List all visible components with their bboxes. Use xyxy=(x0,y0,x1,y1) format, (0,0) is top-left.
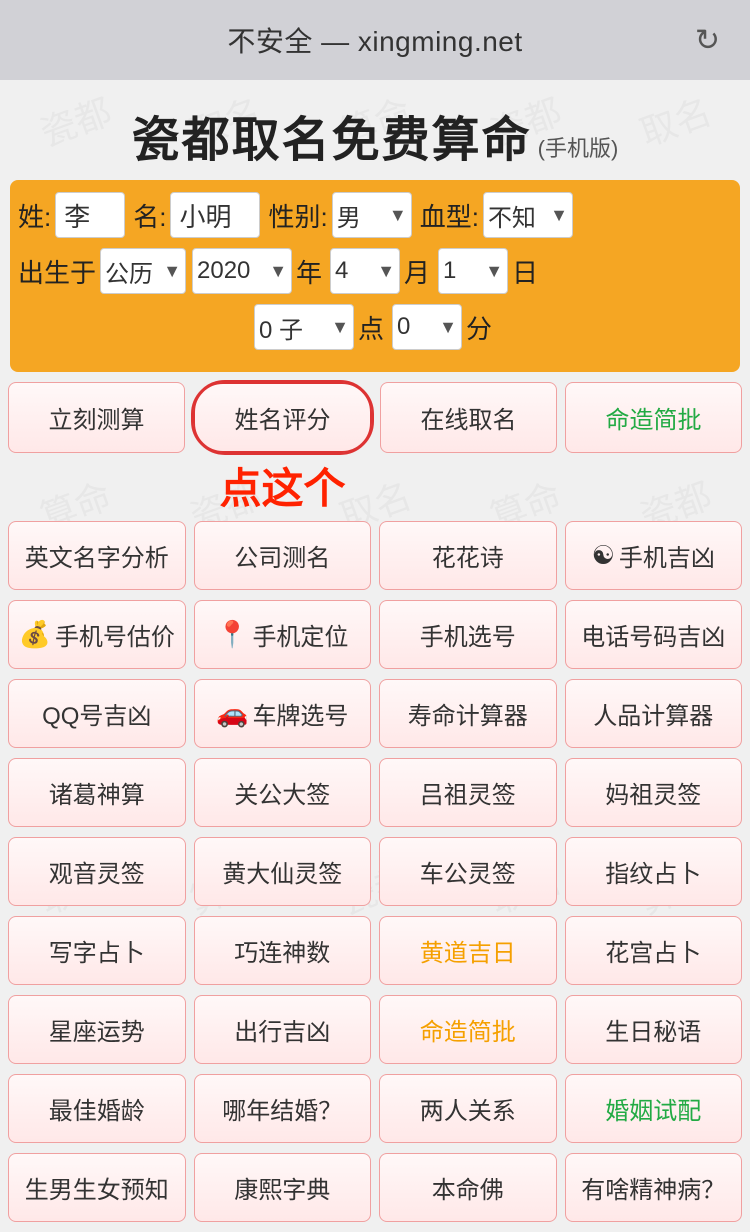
btn-chepaixuanhao[interactable]: 🚗车牌选号 xyxy=(194,679,372,748)
name-label: 名: xyxy=(133,197,166,234)
year-value: 2020 xyxy=(197,257,250,285)
buttons-row-4: 诸葛神算 关公大签 吕祖灵签 妈祖灵签 xyxy=(8,758,742,827)
btn-liangren[interactable]: 两人关系 xyxy=(379,1074,557,1143)
day-value: 1 xyxy=(443,257,456,285)
page-content: 瓷都取名算命瓷都取名 算命瓷都取名算命瓷都 取名算命瓷都取名算命 瓷都取名免费算… xyxy=(0,80,750,1232)
btn-chegong[interactable]: 车公灵签 xyxy=(379,837,557,906)
gender-arrow: ▼ xyxy=(389,205,407,226)
btn-chuxing[interactable]: 出行吉凶 xyxy=(194,995,372,1064)
page-title-sub: (手机版) xyxy=(538,136,619,161)
btn-lvzu[interactable]: 吕祖灵签 xyxy=(379,758,557,827)
btn-mingzaojianpi-0[interactable]: 命造简批 xyxy=(565,382,742,453)
buttons-area: 立刻测算 姓名评分 点这个 在线取名 命造简批 英文名字分析 公司测名 花花诗 … xyxy=(0,382,750,1222)
btn-zhugeshen[interactable]: 诸葛神算 xyxy=(8,758,186,827)
month-label: 月 xyxy=(404,253,430,290)
btn-zuijia[interactable]: 最佳婚龄 xyxy=(8,1074,186,1143)
name-input[interactable] xyxy=(170,192,260,238)
btn-renpin[interactable]: 人品计算器 xyxy=(565,679,743,748)
page-title-main: 瓷都取名免费算命 xyxy=(132,114,532,167)
btn-mingzaojianpi-2[interactable]: 命造简批 xyxy=(379,995,557,1064)
buttons-row-0: 立刻测算 姓名评分 点这个 在线取名 命造简批 xyxy=(8,382,742,453)
buttons-row-1: 英文名字分析 公司测名 花花诗 ☯手机吉凶 xyxy=(8,521,742,590)
buttons-row-9: 生男生女预知 康熙字典 本命佛 有啥精神病？ xyxy=(8,1153,742,1222)
btn-benming[interactable]: 本命佛 xyxy=(379,1153,557,1222)
buttons-row-8: 最佳婚龄 哪年结婚？ 两人关系 婚姻试配 xyxy=(8,1074,742,1143)
blood-value: 不知 xyxy=(488,198,536,233)
month-select[interactable]: 4 ▼ xyxy=(330,248,400,294)
blood-select[interactable]: 不知 ▼ xyxy=(483,192,573,238)
btn-hunyin[interactable]: 婚姻试配 xyxy=(565,1074,743,1143)
blood-label: 血型: xyxy=(420,197,479,234)
minute-value: 0 xyxy=(397,313,410,341)
day-select[interactable]: 1 ▼ xyxy=(438,248,508,294)
buttons-row-3: QQ号吉凶 🚗车牌选号 寿命计算器 人品计算器 xyxy=(8,679,742,748)
form-row-3: 0 子 ▼ 点 0 ▼ 分 xyxy=(18,304,732,350)
form-row-1: 姓: 名: 性别: 男 ▼ 血型: 不知 ▼ xyxy=(18,192,732,238)
btn-shoujixuanhao[interactable]: 手机选号 xyxy=(379,600,557,669)
btn-shengnvyuzhi[interactable]: 生男生女预知 xyxy=(8,1153,186,1222)
browser-bar: 不安全 — xingming.net ↻ xyxy=(0,0,750,80)
pin-icon: 📍 xyxy=(216,619,248,650)
btn-jingshen[interactable]: 有啥精神病？ xyxy=(565,1153,743,1222)
year-select[interactable]: 2020 ▼ xyxy=(192,248,292,294)
btn-shoujidingwei[interactable]: 📍手机定位 xyxy=(194,600,372,669)
btn-zaixianquming[interactable]: 在线取名 xyxy=(380,382,557,453)
browser-url: 不安全 — xingming.net xyxy=(227,20,522,60)
btn-gongsicename[interactable]: 公司测名 xyxy=(194,521,372,590)
btn-xingzuo[interactable]: 星座运势 xyxy=(8,995,186,1064)
hour-select[interactable]: 0 子 ▼ xyxy=(254,304,354,350)
money-icon: 💰 xyxy=(19,619,51,650)
surname-label: 姓: xyxy=(18,197,51,234)
calendar-select[interactable]: 公历 ▼ xyxy=(100,248,186,294)
month-value: 4 xyxy=(335,257,348,285)
btn-huangdaoji[interactable]: 黄道吉日 xyxy=(379,916,557,985)
page-title-area: 瓷都取名免费算命(手机版) xyxy=(0,80,750,180)
form-area: 姓: 名: 性别: 男 ▼ 血型: 不知 ▼ 出生于 公历 ▼ xyxy=(10,180,740,372)
gender-label: 性别: xyxy=(268,197,327,234)
annotation-spacer xyxy=(8,463,742,521)
buttons-row-7: 星座运势 出行吉凶 命造简批 生日秘语 xyxy=(8,995,742,1064)
btn-xingmingpingfen[interactable]: 姓名评分 点这个 xyxy=(193,382,372,453)
btn-lijicesuan[interactable]: 立刻测算 xyxy=(8,382,185,453)
form-row-2: 出生于 公历 ▼ 2020 ▼ 年 4 ▼ 月 1 ▼ 日 xyxy=(18,248,732,294)
buttons-row-2: 💰手机号估价 📍手机定位 手机选号 电话号码吉凶 xyxy=(8,600,742,669)
btn-huagong[interactable]: 花宫占卜 xyxy=(565,916,743,985)
gender-select[interactable]: 男 ▼ xyxy=(332,192,412,238)
year-label: 年 xyxy=(296,253,322,290)
buttons-row-5: 观音灵签 黄大仙灵签 车公灵签 指纹占卜 xyxy=(8,837,742,906)
car-icon: 🚗 xyxy=(216,698,248,729)
btn-shoujijixiong[interactable]: ☯手机吉凶 xyxy=(565,521,743,590)
btn-yingwenming[interactable]: 英文名字分析 xyxy=(8,521,186,590)
birth-label: 出生于 xyxy=(18,253,96,290)
hour-label: 点 xyxy=(358,309,384,346)
btn-shoumingji[interactable]: 寿命计算器 xyxy=(379,679,557,748)
btn-qiaolian[interactable]: 巧连神数 xyxy=(194,916,372,985)
btn-mazu[interactable]: 妈祖灵签 xyxy=(565,758,743,827)
buttons-row-6: 写字占卜 巧连神数 黄道吉日 花宫占卜 xyxy=(8,916,742,985)
surname-input[interactable] xyxy=(55,192,125,238)
btn-huangdaxian[interactable]: 黄大仙灵签 xyxy=(194,837,372,906)
minute-select[interactable]: 0 ▼ xyxy=(392,304,462,350)
day-label: 日 xyxy=(512,253,538,290)
btn-guanyin[interactable]: 观音灵签 xyxy=(8,837,186,906)
btn-huahuashi[interactable]: 花花诗 xyxy=(379,521,557,590)
yinyang-icon: ☯ xyxy=(592,540,615,571)
btn-qqjixiong[interactable]: QQ号吉凶 xyxy=(8,679,186,748)
btn-nabianjie[interactable]: 哪年结婚？ xyxy=(194,1074,372,1143)
reload-button[interactable]: ↻ xyxy=(695,23,720,58)
btn-shengrimiyv[interactable]: 生日秘语 xyxy=(565,995,743,1064)
calendar-value: 公历 xyxy=(105,254,153,289)
blood-arrow: ▼ xyxy=(550,205,568,226)
hour-value: 0 子 xyxy=(259,310,303,345)
btn-guangong[interactable]: 关公大签 xyxy=(194,758,372,827)
btn-kangxi[interactable]: 康熙字典 xyxy=(194,1153,372,1222)
minute-label: 分 xyxy=(466,309,492,346)
btn-dianhuajixiong[interactable]: 电话号码吉凶 xyxy=(565,600,743,669)
btn-xiezizhanbu[interactable]: 写字占卜 xyxy=(8,916,186,985)
btn-zhiwen[interactable]: 指纹占卜 xyxy=(565,837,743,906)
gender-value: 男 xyxy=(337,198,361,233)
btn-shoujigujia[interactable]: 💰手机号估价 xyxy=(8,600,186,669)
